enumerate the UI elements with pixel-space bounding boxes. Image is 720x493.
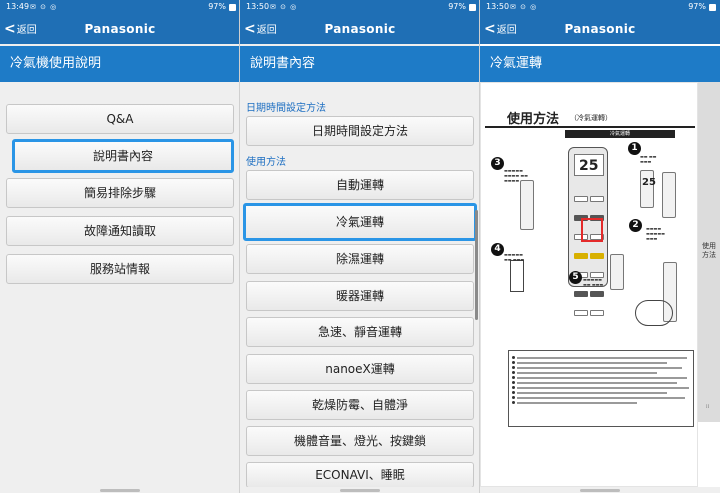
battery-level: 97% (688, 2, 706, 11)
page-title: 冷氣運轉 (480, 46, 720, 82)
louver-diagram (635, 300, 673, 326)
status-time: 13:50 (486, 2, 510, 11)
manual-heading: 使用方法 (507, 112, 560, 127)
step-3-badge: 3 (491, 157, 504, 170)
step-4-note: ▬▬▬▬▬ ▬▬ ▬▬▬ (504, 252, 525, 262)
scrollbar[interactable] (475, 210, 478, 320)
screen-manual-menu: 13:49 ✉ ⊙ ◎ 97% <返回 Panasonic 冷氣機使用說明 Q&… (0, 0, 240, 493)
step-3-note: ▬▬▬▬▬ ▬▬▬▬ ▬▬ ▬▬▬▬ (504, 168, 528, 183)
section-heading-datetime: 日期時間設定方法 (246, 103, 326, 114)
nav-bar (480, 487, 720, 493)
fan-speed-bars (520, 180, 534, 230)
item-auto-mode[interactable]: 自動運轉 (246, 170, 474, 200)
brand-logo: Panasonic (564, 22, 636, 36)
page-marker: ⁞⁞ (706, 404, 710, 410)
item-cooling-mode[interactable]: 冷氣運轉 (243, 203, 477, 241)
app-bar: <返回 Panasonic (240, 14, 480, 44)
remote-temp: 25 (579, 158, 599, 174)
battery-level: 97% (448, 2, 466, 11)
highlight-box (581, 218, 603, 242)
status-bar: 13:50 ✉ ⊙ ◎ 97% (240, 0, 480, 14)
item-dehumidify-mode[interactable]: 除濕運轉 (246, 244, 474, 274)
notes-box (508, 350, 694, 427)
manual-subheading: （冷氣運轉） (570, 114, 612, 122)
status-time: 13:50 (246, 2, 270, 11)
battery-icon (229, 4, 236, 11)
status-bar: 13:49 ✉ ⊙ ◎ 97% (0, 0, 240, 14)
app-bar: <返回 Panasonic (480, 14, 720, 44)
remote-keypad (573, 188, 605, 321)
fault-notice-button[interactable]: 故障通知讀取 (6, 216, 234, 246)
step-2-badge: 2 (629, 219, 642, 232)
item-mold-prevention[interactable]: 乾燥防霉、自體淨 (246, 390, 474, 420)
item-econavi-sleep[interactable]: ECONAVI、睡眠 (246, 462, 474, 488)
battery-icon (469, 4, 476, 11)
side-tab-label: 使用方法 (702, 242, 716, 259)
brand-logo: Panasonic (84, 22, 156, 36)
manual-caption: 冷氣運轉 (565, 130, 675, 138)
item-heating-mode[interactable]: 暖器運轉 (246, 281, 474, 311)
status-bar: 13:50 ✉ ⊙ ◎ 97% (480, 0, 720, 14)
item-volume-light-lock[interactable]: 機體音量、燈光、按鍵鎖 (246, 426, 474, 456)
notification-icons: ✉ ⊙ ◎ (510, 3, 538, 11)
app-bar: <返回 Panasonic (0, 14, 240, 44)
side-tab[interactable]: 使用方法 ⁞⁞ (698, 82, 720, 422)
service-station-button[interactable]: 服務站情報 (6, 254, 234, 284)
section-heading-usage: 使用方法 (246, 157, 286, 168)
qa-button[interactable]: Q&A (6, 104, 234, 134)
step-5-note: ▬▬▬▬▬ ▬▬ ▬▬▬ (583, 277, 604, 287)
status-time: 13:49 (6, 2, 30, 11)
item-quick-quiet-mode[interactable]: 急速、靜音運轉 (246, 317, 474, 347)
home-indicator[interactable] (340, 489, 380, 492)
step-2-note: ▬▬▬▬ ▬▬▬▬▬ ▬▬▬ (646, 226, 665, 241)
diagram-bracket (510, 260, 524, 292)
manual-rule (485, 126, 695, 128)
item-nanoex-mode[interactable]: nanoeX運轉 (246, 354, 474, 384)
step-4-badge: 4 (491, 243, 504, 256)
troubleshoot-button[interactable]: 簡易排除步驟 (6, 178, 234, 208)
brand-logo: Panasonic (324, 22, 396, 36)
screen-cooling-manual: 13:50 ✉ ⊙ ◎ 97% <返回 Panasonic 冷氣運轉 使用方法 … (480, 0, 720, 493)
item-datetime-setup[interactable]: 日期時間設定方法 (246, 116, 474, 146)
step-5-badge: 5 (569, 271, 582, 284)
battery-level: 97% (208, 2, 226, 11)
home-indicator[interactable] (580, 489, 620, 492)
display-callout-2 (662, 172, 676, 218)
home-indicator[interactable] (100, 489, 140, 492)
step-1-note: ▬▬ ▬▬ ▬▬▬ (640, 154, 657, 164)
callout-temp: 25 (642, 177, 656, 188)
manual-contents-button[interactable]: 說明書內容 (12, 139, 234, 173)
remote-display: 25 (574, 154, 604, 176)
notification-icons: ✉ ⊙ ◎ (270, 3, 298, 11)
display-callout: 25 (640, 170, 656, 208)
remote-illustration: 25 (568, 147, 608, 316)
nav-bar (0, 487, 240, 493)
nav-bar (240, 487, 480, 493)
page-title: 冷氣機使用說明 (0, 46, 240, 82)
notification-icons: ✉ ⊙ ◎ (30, 3, 58, 11)
battery-icon (709, 4, 716, 11)
screen-manual-contents: 13:50 ✉ ⊙ ◎ 97% <返回 Panasonic 說明書內容 日期時間… (240, 0, 480, 493)
page-title: 說明書內容 (240, 46, 480, 82)
